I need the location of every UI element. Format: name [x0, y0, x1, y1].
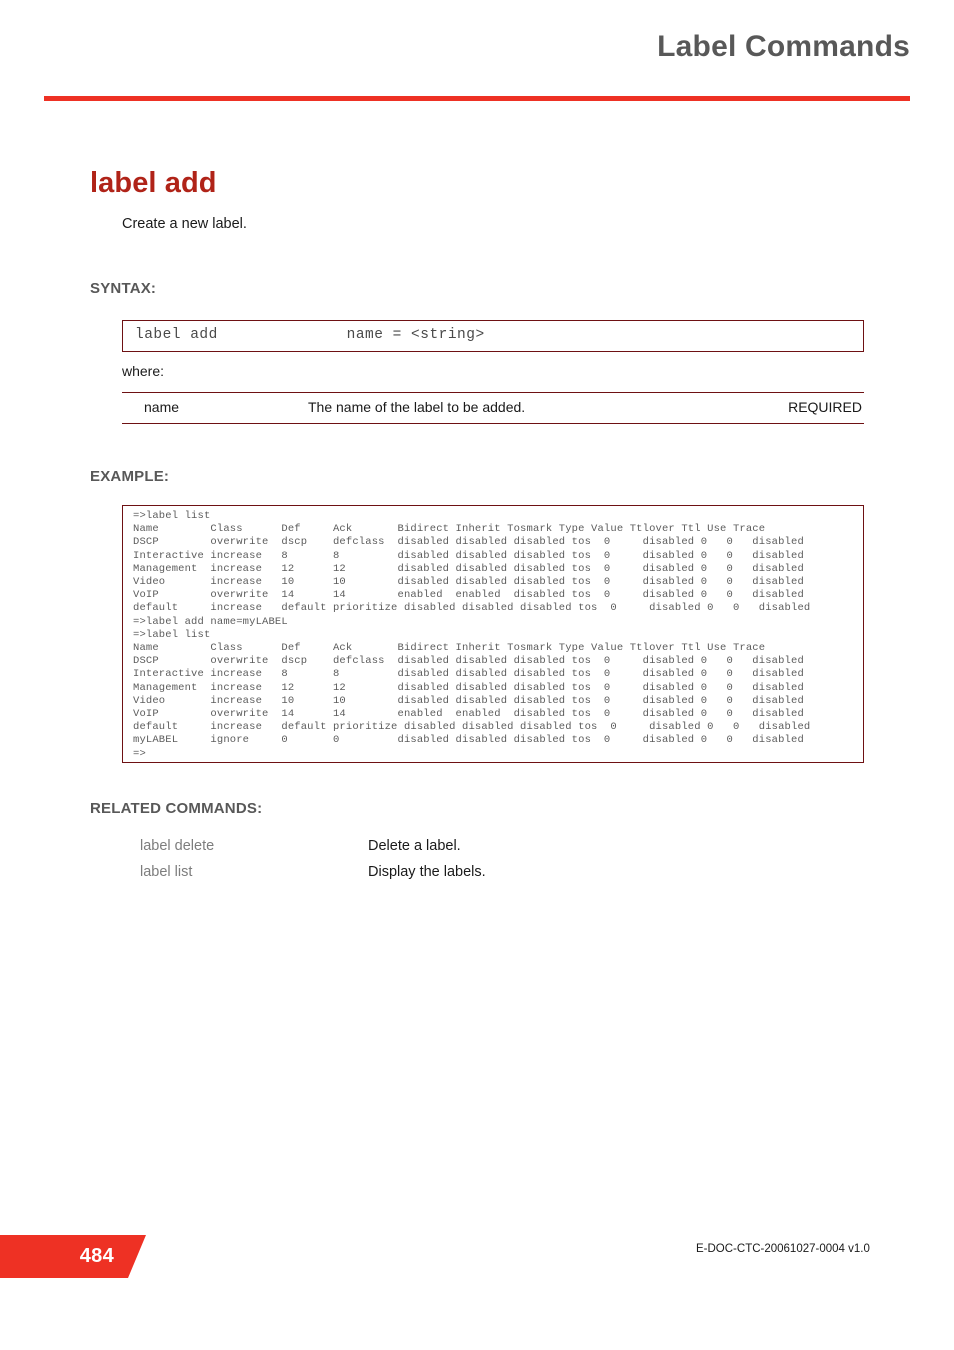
console-output-text: =>label list Name Class Def Ack Bidirect…	[133, 510, 811, 760]
parameter-requirement-badge: REQUIRED	[788, 399, 862, 415]
page-footer: 484 E-DOC-CTC-20061027-0004 v1.0	[0, 1235, 954, 1295]
section-heading-syntax: SYNTAX:	[90, 280, 157, 297]
related-command-description-label-list: Display the labels.	[368, 864, 486, 880]
parameter-description: The name of the label to be added.	[308, 399, 526, 415]
page-header: Label Commands	[0, 0, 954, 110]
where-label: where:	[122, 363, 165, 379]
example-console-box: =>label list Name Class Def Ack Bidirect…	[122, 505, 864, 763]
section-heading-related-commands: RELATED COMMANDS:	[90, 800, 263, 817]
syntax-box: label add name = <string>	[122, 320, 864, 352]
syntax-command-line: label add name = <string>	[135, 327, 485, 343]
table-row: name The name of the label to be added. …	[122, 393, 864, 423]
parameter-name: name	[144, 399, 180, 415]
command-description: Create a new label.	[122, 216, 247, 232]
section-heading-example: EXAMPLE:	[90, 468, 170, 485]
related-command-name-label-list[interactable]: label list	[140, 864, 192, 880]
document-id: E-DOC-CTC-20061027-0004 v1.0	[696, 1243, 870, 1255]
page-header-title: Label Commands	[657, 30, 910, 63]
related-commands-table: label delete Delete a label. label list …	[140, 836, 860, 888]
list-item: label delete Delete a label.	[140, 836, 860, 862]
related-command-name-label-delete[interactable]: label delete	[140, 838, 214, 854]
header-red-rule	[44, 96, 910, 101]
list-item: label list Display the labels.	[140, 862, 860, 888]
page-title: label add	[90, 167, 217, 200]
page-number: 484	[79, 1245, 114, 1267]
parameter-table: name The name of the label to be added. …	[122, 392, 864, 424]
related-command-description-label-delete: Delete a label.	[368, 838, 461, 854]
